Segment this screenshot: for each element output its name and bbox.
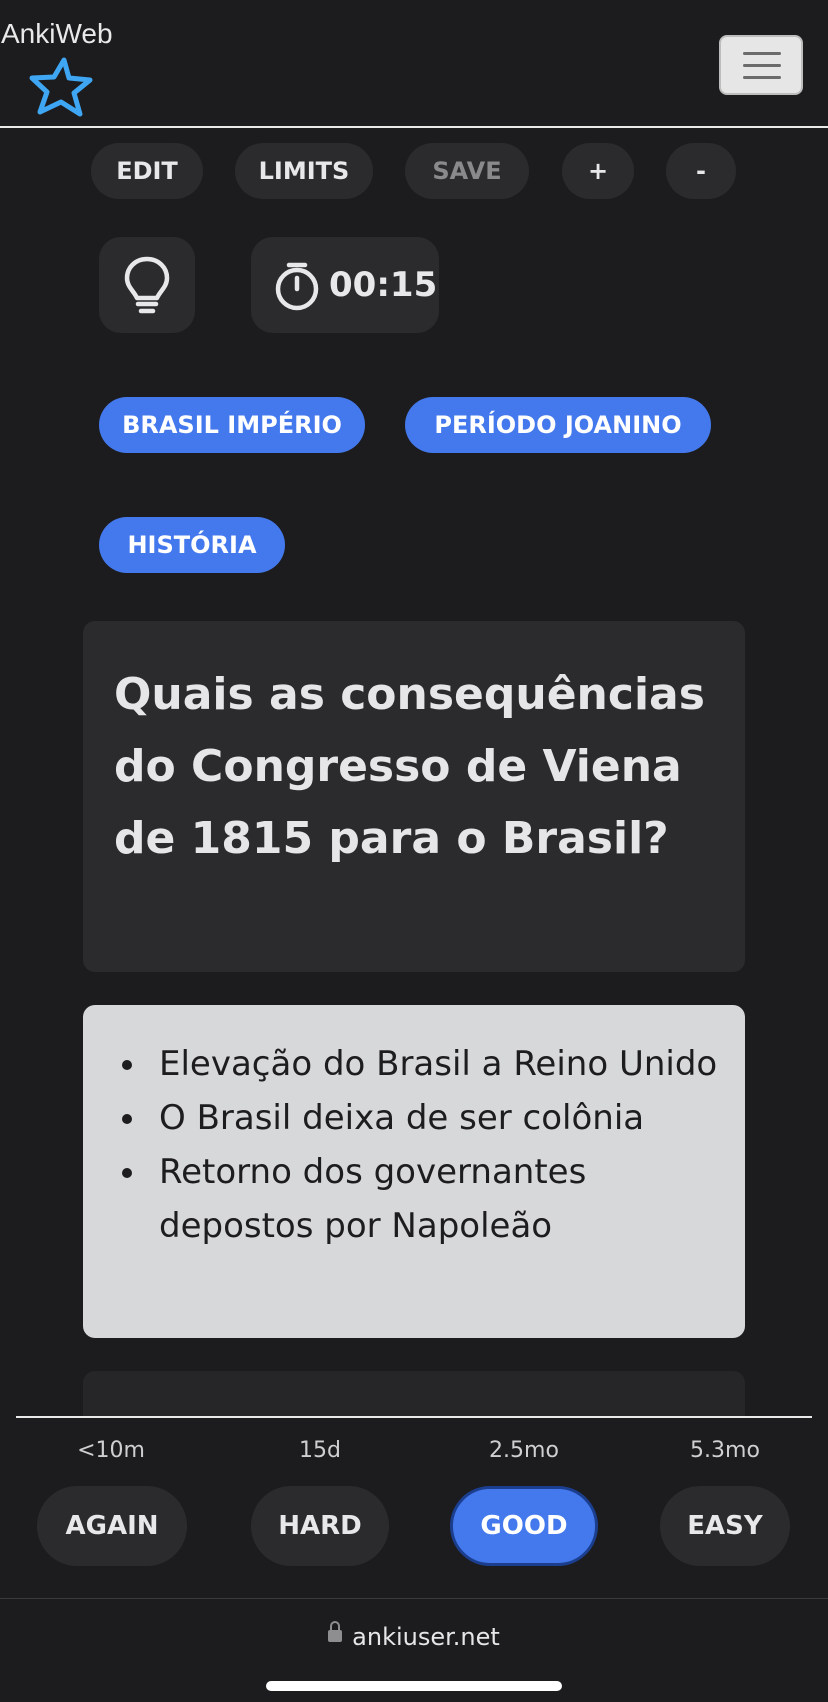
url-text: ankiuser.net [352, 1623, 500, 1651]
home-indicator[interactable] [266, 1681, 562, 1691]
top-header: AnkiWeb [0, 0, 828, 128]
list-item: O Brasil deixa de ser colônia [149, 1091, 725, 1145]
interval-easy: 5.3mo [690, 1438, 760, 1463]
again-button[interactable]: AGAIN [37, 1486, 187, 1566]
increase-font-button[interactable]: + [562, 143, 634, 199]
next-card-peek [83, 1371, 745, 1417]
answer-bar: <10m 15d 2.5mo 5.3mo AGAIN HARD GOOD EAS… [0, 1416, 828, 1598]
timer-value: 00:15 [329, 265, 438, 305]
timer-display: 00:15 [251, 237, 439, 333]
edit-button[interactable]: EDIT [91, 143, 203, 199]
save-button[interactable]: SAVE [405, 143, 529, 199]
hint-button[interactable] [99, 237, 195, 333]
address-bar[interactable]: ankiuser.net [0, 1621, 828, 1651]
question-card: Quais as consequências do Congresso de V… [83, 621, 745, 972]
hard-button[interactable]: HARD [251, 1486, 389, 1566]
interval-hard: 15d [299, 1438, 341, 1463]
interval-again: <10m [77, 1438, 145, 1463]
lightbulb-icon [124, 256, 170, 314]
stopwatch-icon [275, 262, 319, 311]
star-icon[interactable] [28, 56, 94, 120]
tag-historia[interactable]: HISTÓRIA [99, 517, 285, 573]
hamburger-icon [743, 52, 781, 55]
tag-brasil-imperio[interactable]: BRASIL IMPÉRIO [99, 397, 365, 453]
browser-bar: ankiuser.net [0, 1598, 828, 1702]
list-item: Retorno dos governantes depostos por Nap… [149, 1145, 725, 1253]
lock-icon [328, 1621, 343, 1642]
decrease-font-button[interactable]: - [666, 143, 736, 199]
app-title[interactable]: AnkiWeb [1, 18, 113, 50]
easy-button[interactable]: EASY [660, 1486, 790, 1566]
answer-list: Elevação do Brasil a Reino Unido O Brasi… [129, 1037, 725, 1253]
answer-card: Elevação do Brasil a Reino Unido O Brasi… [83, 1005, 745, 1338]
interval-good: 2.5mo [489, 1438, 559, 1463]
menu-button[interactable] [719, 35, 803, 95]
good-button[interactable]: GOOD [450, 1486, 598, 1566]
tag-periodo-joanino[interactable]: PERÍODO JOANINO [405, 397, 711, 453]
question-text: Quais as consequências do Congresso de V… [114, 669, 705, 864]
list-item: Elevação do Brasil a Reino Unido [149, 1037, 725, 1091]
limits-button[interactable]: LIMITS [235, 143, 373, 199]
